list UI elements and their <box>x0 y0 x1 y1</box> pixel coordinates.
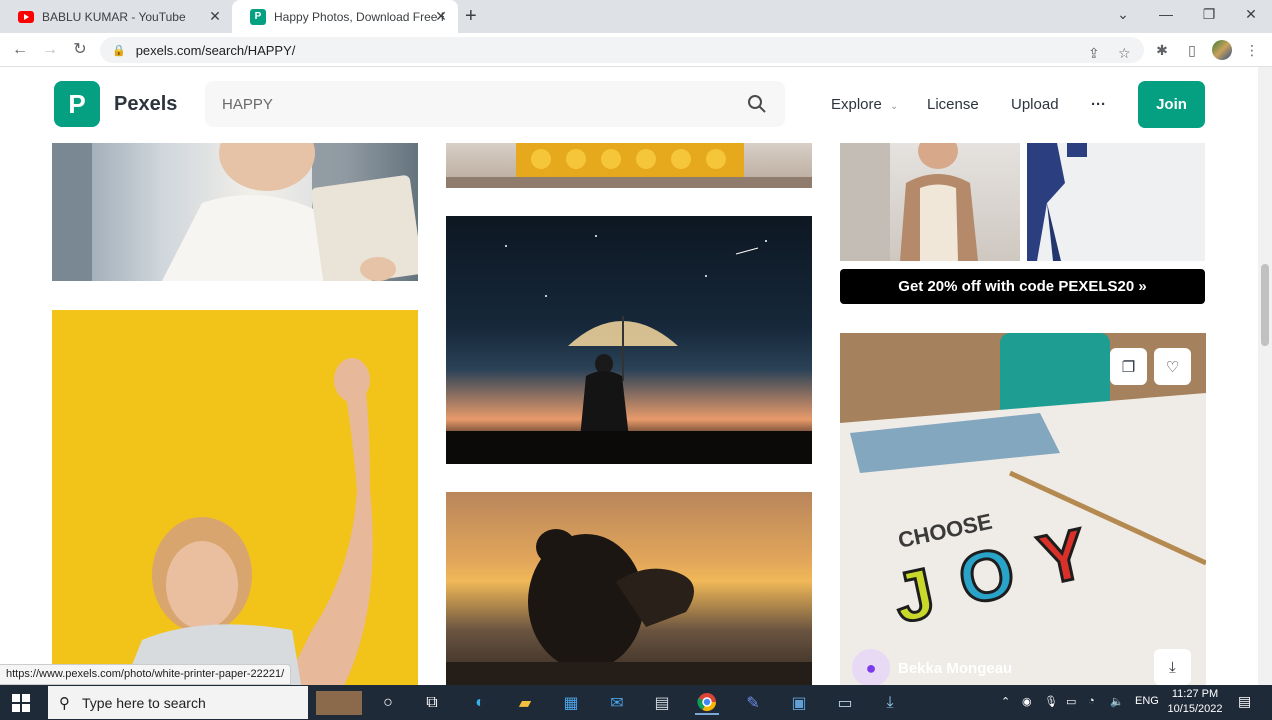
photo-author[interactable]: ● Bekka Mongeau <box>852 649 1012 685</box>
pexels-favicon-icon: P <box>250 8 266 25</box>
photo-woman-coat-art <box>840 143 978 261</box>
photo-emoji-balloons[interactable] <box>446 143 812 188</box>
brand-name[interactable]: Pexels <box>114 93 177 116</box>
app-icon[interactable]: ✎ <box>741 691 765 715</box>
file-explorer-icon[interactable]: ▰ <box>513 691 537 715</box>
browser-toolbar: ← → ↻ 🔒 pexels.com/search/HAPPY/ ⇪ ☆ ✱ ▯… <box>0 33 1272 67</box>
nav-upload[interactable]: Upload <box>1011 96 1059 113</box>
photo-happy-woman-yellow[interactable] <box>52 310 418 685</box>
chrome-menu-icon[interactable]: ⋮ <box>1242 40 1262 60</box>
microsoft-store-icon[interactable]: ▦ <box>559 691 583 715</box>
microphone-icon[interactable]: 🎙 <box>1044 695 1058 708</box>
tab-pexels[interactable]: P Happy Photos, Download Free H ✕ <box>232 0 458 33</box>
notifications-icon[interactable]: ▤ <box>1238 693 1251 710</box>
clock-time: 11:27 PM <box>1171 688 1219 700</box>
volume-icon[interactable]: 🔈 <box>1110 695 1124 708</box>
side-panel-icon[interactable]: ▯ <box>1182 40 1202 60</box>
tab-title: BABLU KUMAR - YouTube <box>42 9 186 24</box>
browser-tab-strip: BABLU KUMAR - YouTube ✕ P Happy Photos, … <box>0 0 1272 33</box>
share-icon[interactable]: ⇪ <box>1088 45 1100 62</box>
extensions-puzzle-icon[interactable]: ✱ <box>1152 40 1172 60</box>
profile-avatar[interactable] <box>1212 40 1232 60</box>
author-name: Bekka Mongeau <box>898 659 1013 677</box>
photos-icon[interactable]: ▣ <box>787 691 811 715</box>
photo-woman-tablet[interactable] <box>52 143 418 281</box>
tab-youtube[interactable]: BABLU KUMAR - YouTube ✕ <box>0 0 232 33</box>
photo-umbrella-lights-night[interactable] <box>446 216 812 464</box>
download-icon[interactable]: ⤓ <box>1154 649 1191 685</box>
taskbar-search-placeholder: Type here to search <box>82 694 206 711</box>
task-view-icon[interactable]: ⧉ <box>420 691 444 715</box>
promo-banner[interactable]: Get 20% off with code PEXELS20 » <box>840 269 1205 304</box>
edge-browser-icon[interactable]: ◐ <box>468 691 492 715</box>
close-tab-icon[interactable]: ✕ <box>434 9 448 23</box>
network-app-icon[interactable]: ▤ <box>650 691 674 715</box>
photo-choose-joy[interactable]: CHOOSE J O Y ❐ ♡ ⤓ <box>840 333 1206 685</box>
minimize-icon[interactable]: — <box>1156 6 1176 22</box>
explore-label: Explore <box>831 96 882 113</box>
tab-title: Happy Photos, Download Free H <box>274 9 444 24</box>
mail-icon[interactable]: ✉ <box>605 691 629 715</box>
search-highlight-icon[interactable] <box>316 691 362 715</box>
search-input[interactable]: HAPPY <box>205 81 785 127</box>
pexels-logo[interactable]: P <box>54 81 100 127</box>
forward-arrow-icon[interactable]: → <box>40 40 60 60</box>
join-button[interactable]: Join <box>1138 81 1205 128</box>
search-icon[interactable] <box>747 94 767 114</box>
nav-explore[interactable]: Explore ⌄ <box>831 96 898 113</box>
reload-icon[interactable]: ↻ <box>70 40 90 60</box>
chevron-down-icon: ⌄ <box>890 101 899 112</box>
photo-umbrella-art <box>446 235 812 464</box>
show-hidden-icons-chevron-icon[interactable]: ⌃ <box>1001 695 1010 708</box>
address-bar[interactable]: 🔒 pexels.com/search/HAPPY/ ⇪ ☆ <box>100 37 1144 63</box>
photo-woman-tablet-art <box>52 143 418 281</box>
close-tab-icon[interactable]: ✕ <box>208 9 222 23</box>
collect-bookmark-icon[interactable]: ❐ <box>1110 348 1147 385</box>
url-text: pexels.com/search/HAPPY/ <box>135 42 296 58</box>
link-status-bar: https://www.pexels.com/photo/white-print… <box>0 664 292 685</box>
tab-search-chevron-icon[interactable]: ⌄ <box>1113 6 1133 23</box>
clock-date: 10/15/2022 <box>1167 703 1223 715</box>
photo-choose-joy-art: CHOOSE J O Y <box>840 333 1206 685</box>
new-tab-icon[interactable]: + <box>465 6 477 26</box>
windows-start-icon[interactable] <box>12 694 30 712</box>
pexels-page: P Pexels HAPPY Explore ⌄ License Upload … <box>0 67 1258 685</box>
photo-happy-woman-art <box>124 358 373 685</box>
language-indicator[interactable]: ENG <box>1135 695 1159 707</box>
youtube-icon <box>18 9 34 25</box>
more-menu-icon[interactable]: ··· <box>1091 96 1106 113</box>
system-clock[interactable]: 11:27 PM 10/15/2022 <box>1165 687 1225 717</box>
author-avatar-icon: ● <box>852 649 890 685</box>
photo-heart-hands-art <box>446 529 812 685</box>
wifi-icon[interactable]: ◔ <box>1088 695 1095 707</box>
windows-taskbar: ⚲ Type here to search ○ ⧉ ◐ ▰ ▦ ✉ ▤ ✎ ▣ … <box>0 685 1272 720</box>
logo-letter: P <box>68 88 86 119</box>
download-app-icon[interactable]: ⤓ <box>878 691 902 715</box>
site-header: P Pexels HAPPY Explore ⌄ License Upload … <box>0 67 1258 143</box>
notepad-icon[interactable]: ▭ <box>833 691 857 715</box>
photo-heart-hands-sunset[interactable] <box>446 492 812 685</box>
like-heart-icon[interactable]: ♡ <box>1154 348 1191 385</box>
back-arrow-icon[interactable]: ← <box>10 40 30 60</box>
tray-app-icon[interactable]: ◉ <box>1022 695 1032 708</box>
cortana-circle-icon[interactable]: ○ <box>376 691 400 715</box>
search-icon: ⚲ <box>59 695 70 712</box>
page-scrollbar[interactable] <box>1258 67 1272 685</box>
restore-icon[interactable]: ❐ <box>1199 6 1219 23</box>
bookmark-star-icon[interactable]: ☆ <box>1118 45 1131 62</box>
nav-license[interactable]: License <box>927 96 979 113</box>
close-window-icon[interactable]: ✕ <box>1241 6 1261 23</box>
taskbar-search-input[interactable]: ⚲ Type here to search <box>48 686 308 719</box>
photo-man-jumping[interactable] <box>1027 143 1205 261</box>
chrome-taskbar-icon[interactable] <box>695 691 719 715</box>
battery-icon[interactable]: ▭ <box>1066 695 1076 708</box>
photo-emoji-art <box>446 143 812 188</box>
scrollbar-thumb[interactable] <box>1261 264 1269 346</box>
lock-icon: 🔒 <box>112 44 126 57</box>
search-value: HAPPY <box>222 95 273 113</box>
photo-man-jumping-art <box>1027 143 1087 261</box>
photo-woman-coat[interactable] <box>840 143 1020 261</box>
